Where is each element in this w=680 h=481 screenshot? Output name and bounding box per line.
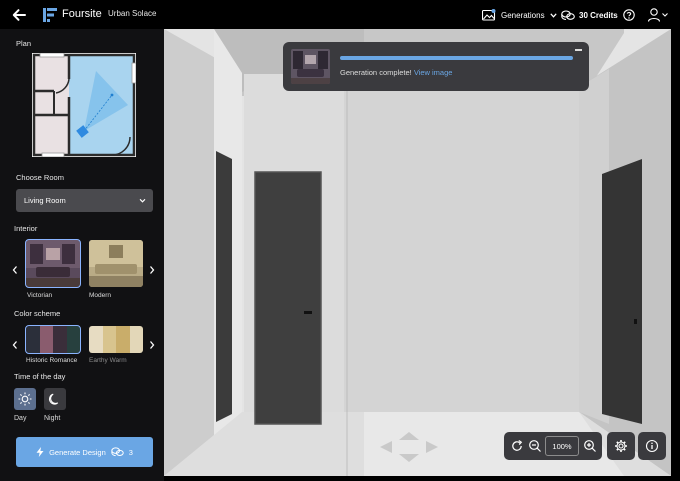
user-menu-icon[interactable]	[647, 7, 669, 23]
sun-icon	[18, 392, 32, 406]
color-scheme-next-icon[interactable]	[148, 340, 156, 350]
coins-icon	[561, 9, 575, 20]
time-day-caption: Day	[14, 415, 27, 422]
generations-label: Generations	[501, 10, 545, 20]
color-swatch	[89, 326, 103, 353]
color-swatch	[66, 326, 80, 353]
interior-caption-victorian: Victorian	[27, 292, 53, 299]
gear-icon	[615, 440, 627, 452]
color-swatch	[53, 326, 67, 353]
credits-display[interactable]: 30 Credits	[561, 8, 618, 22]
color-swatch	[129, 326, 143, 353]
minimize-notification-button[interactable]	[575, 49, 582, 51]
color-swatch	[39, 326, 53, 353]
generations-button[interactable]: Generations	[482, 8, 557, 22]
right-edge	[671, 29, 680, 481]
generate-cost: 3	[128, 447, 133, 457]
help-icon[interactable]	[623, 9, 635, 21]
generation-progress-bar	[340, 56, 573, 60]
3d-viewport[interactable]	[164, 29, 671, 476]
notification-thumbnail[interactable]	[291, 49, 330, 84]
room-render	[164, 29, 671, 476]
interior-label: Interior	[14, 224, 38, 233]
choose-room-label: Choose Room	[16, 173, 64, 182]
project-name[interactable]: Urban Solace	[108, 9, 156, 18]
generate-design-button[interactable]: Generate Design 3	[16, 437, 153, 467]
brand-name: Foursite	[62, 8, 102, 20]
navigation-pad[interactable]	[378, 430, 440, 464]
color-scheme-prev-icon[interactable]	[11, 340, 19, 350]
color-swatch	[102, 326, 116, 353]
reset-view-icon[interactable]	[510, 439, 524, 453]
move-left-icon[interactable]	[380, 441, 392, 453]
coins-icon	[111, 447, 124, 457]
color-scheme-historic-romance[interactable]	[25, 325, 81, 354]
time-night-button[interactable]	[44, 388, 66, 410]
interior-caption-modern: Modern	[89, 292, 112, 299]
color-scheme-caption-earthy-warm: Earthy Warm	[89, 357, 127, 364]
generation-notification: Generation complete! View image	[283, 42, 589, 91]
zoom-out-icon[interactable]	[528, 439, 542, 453]
color-swatch	[26, 326, 40, 353]
color-scheme-earthy-warm[interactable]	[89, 326, 143, 353]
lightning-icon	[36, 447, 44, 457]
color-scheme-caption-historic-romance: Historic Romance	[26, 357, 78, 364]
move-down-icon[interactable]	[399, 454, 419, 462]
interior-prev-icon[interactable]	[11, 265, 19, 275]
info-button[interactable]	[638, 432, 666, 460]
interior-next-icon[interactable]	[148, 265, 156, 275]
moon-icon	[49, 393, 59, 405]
chevron-down-icon	[139, 198, 146, 203]
interior-option-modern[interactable]	[89, 240, 143, 287]
floor-plan-drawing	[32, 52, 137, 158]
modern-interior-image	[89, 240, 143, 287]
credits-label: 30 Credits	[579, 10, 618, 20]
move-up-icon[interactable]	[399, 432, 419, 440]
floor-plan[interactable]	[32, 52, 137, 158]
time-day-button[interactable]	[14, 388, 36, 410]
notification-message: Generation complete!	[340, 68, 412, 77]
info-icon	[645, 439, 659, 453]
zoom-controls: 100%	[504, 432, 602, 460]
top-bar: Foursite Urban Solace Generations 30 Cre…	[0, 0, 680, 29]
plan-label: Plan	[16, 39, 32, 48]
time-of-day-label: Time of the day	[14, 372, 66, 381]
color-scheme-label: Color scheme	[14, 309, 61, 318]
color-swatch	[116, 326, 130, 353]
settings-button[interactable]	[607, 432, 635, 460]
room-select[interactable]: Living Room	[16, 189, 153, 212]
notification-text: Generation complete! View image	[340, 68, 452, 77]
interior-option-victorian[interactable]	[25, 239, 81, 288]
foursite-logo-icon	[43, 8, 57, 22]
generated-image-thumbnail	[291, 49, 330, 84]
victorian-interior-image	[26, 240, 80, 287]
move-right-icon[interactable]	[426, 441, 438, 453]
back-arrow-icon[interactable]	[10, 6, 28, 24]
zoom-in-icon[interactable]	[583, 439, 597, 453]
chevron-down-icon	[549, 12, 557, 18]
generate-design-label: Generate Design	[49, 447, 106, 457]
image-icon	[482, 9, 496, 21]
view-image-link[interactable]: View image	[414, 68, 453, 77]
bottom-edge	[164, 476, 671, 481]
time-night-caption: Night	[44, 415, 61, 422]
zoom-level[interactable]: 100%	[545, 436, 579, 456]
room-select-value: Living Room	[24, 196, 66, 205]
